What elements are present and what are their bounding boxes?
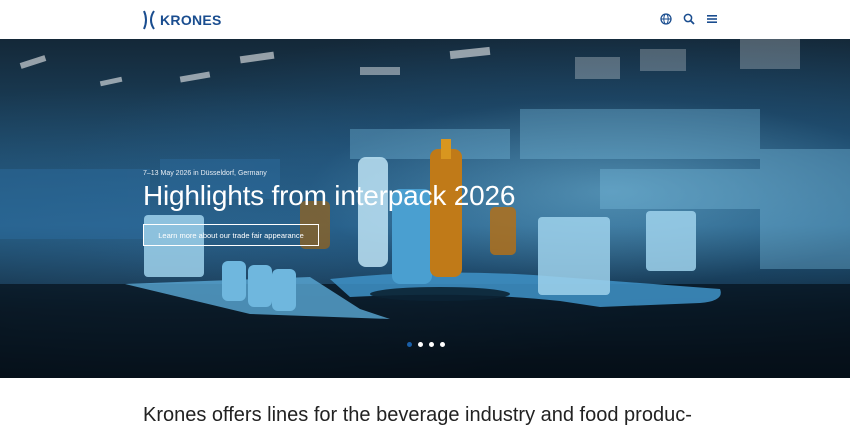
- slider-dot-4[interactable]: [440, 342, 445, 347]
- trade-fair-cta-button[interactable]: Learn more about our trade fair appearan…: [143, 224, 319, 246]
- globe-icon[interactable]: [659, 12, 673, 26]
- intro-heading: Krones offers lines for the beverage ind…: [143, 404, 692, 426]
- logo-text: KRONES: [160, 12, 222, 28]
- krones-logo-mark: [143, 10, 155, 30]
- slider-dot-2[interactable]: [418, 342, 423, 347]
- hero-slider: 7–13 May 2026 in Düsseldorf, Germany Hig…: [0, 39, 850, 378]
- hero-title: Highlights from interpack 2026: [143, 180, 516, 211]
- site-header: KRONES: [0, 0, 850, 40]
- search-icon[interactable]: [682, 12, 696, 26]
- hero-text: 7–13 May 2026 in Düsseldorf, Germany Hig…: [143, 170, 515, 212]
- krones-logo[interactable]: KRONES: [142, 8, 222, 32]
- hero-eyebrow: 7–13 May 2026 in Düsseldorf, Germany: [143, 170, 267, 177]
- slider-pagination: [407, 342, 445, 347]
- header-actions: [659, 12, 719, 26]
- menu-icon[interactable]: [705, 12, 719, 26]
- slider-dot-1[interactable]: [407, 342, 412, 347]
- slider-dot-3[interactable]: [429, 342, 434, 347]
